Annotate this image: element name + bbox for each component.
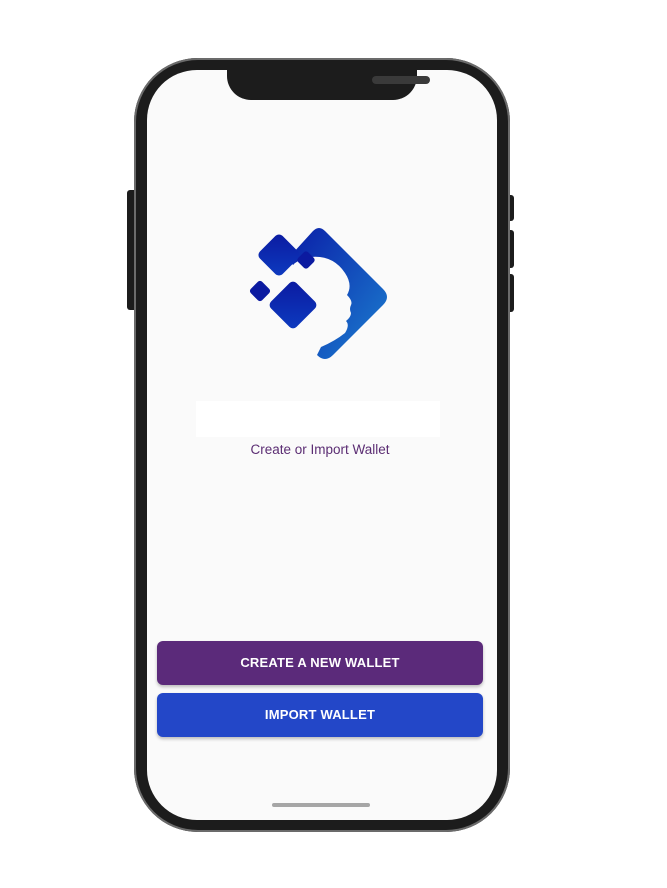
app-screen: Create or Import Wallet CREATE A NEW WAL… — [147, 70, 497, 820]
brain-head-logo-icon — [249, 228, 387, 359]
device-mockup: Create or Import Wallet CREATE A NEW WAL… — [0, 0, 667, 888]
speaker-grille — [372, 76, 430, 84]
import-wallet-button[interactable]: IMPORT WALLET — [157, 693, 483, 737]
title-placeholder-box — [196, 401, 440, 437]
subtitle: Create or Import Wallet — [250, 442, 390, 457]
home-indicator[interactable] — [272, 803, 370, 807]
create-wallet-button[interactable]: CREATE A NEW WALLET — [157, 641, 483, 685]
notch — [227, 70, 430, 100]
